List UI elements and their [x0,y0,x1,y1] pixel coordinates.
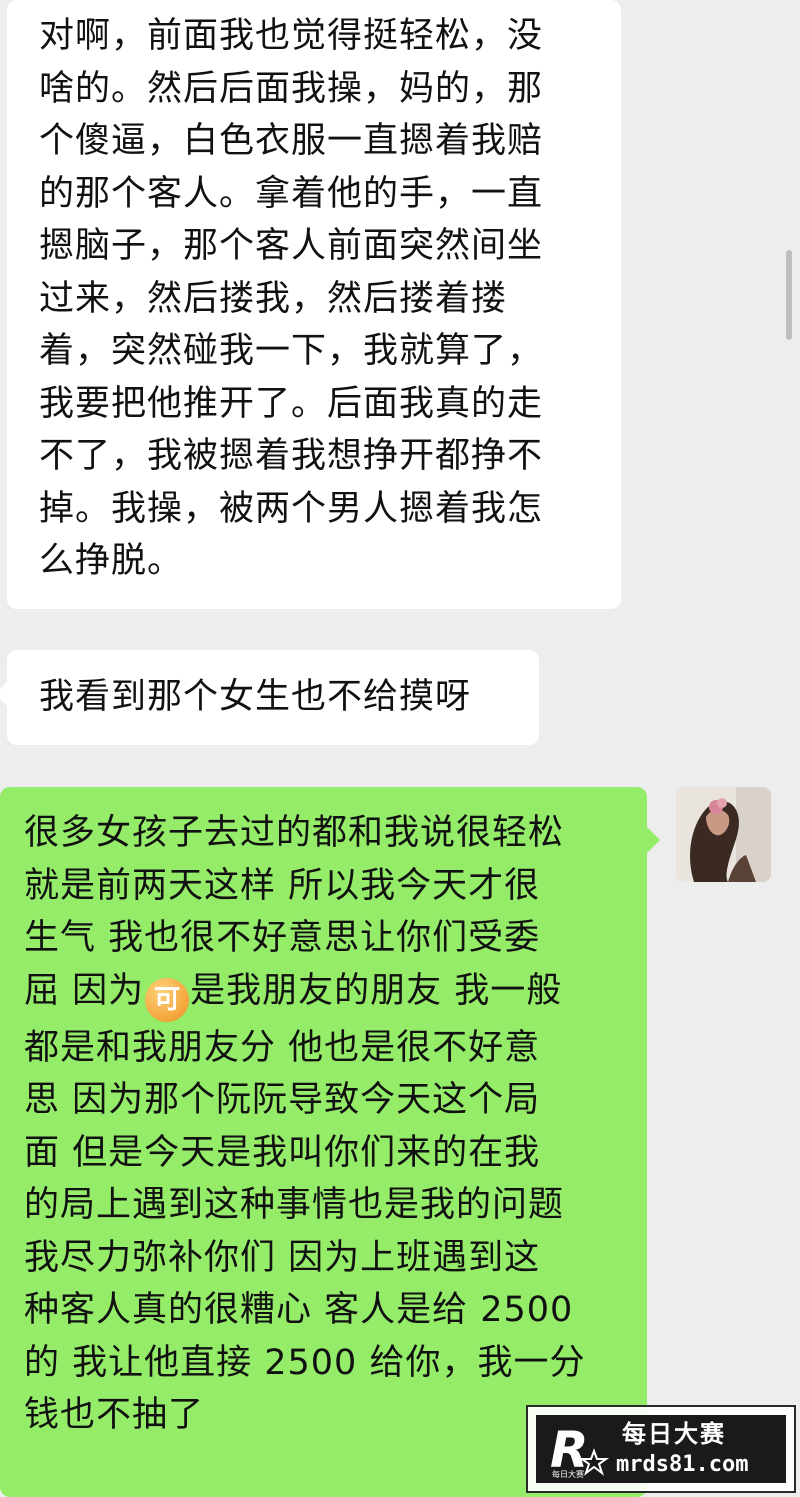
message-line: 思 因为那个阮阮导致今天这个局 [24,1080,541,1120]
watermark-title: 每日大赛 [622,1420,726,1448]
message-line: 我尽力弥补你们 因为上班遇到这 [24,1237,541,1278]
message-line: 不了，我被摁着我想挣开都挣不 [39,436,544,476]
message-line: 面 但是今天是我叫你们来的在我 [24,1132,541,1173]
message-line: 我看到那个女生也不给摸呀 [39,677,472,717]
message-bubble-outgoing[interactable]: 很多女孩子去过的都和我说很轻松 就是前两天这样 所以我今天才很 生气 我也很不好… [0,787,660,1497]
message-line: 么挣脱。 [39,541,184,581]
message-bubble-incoming-1[interactable]: 对啊，前面我也觉得挺轻松，没 啥的。然后后面我操，妈的，那 个傻逼，白色衣服一直… [7,0,621,609]
message-text-segment: 是我朋友的朋友 我一般 [190,970,563,1011]
message-line: 都是和我朋友分 他也是很不好意 [24,1027,541,1068]
avatar-photo-icon [676,787,771,882]
message-line: 啥的。然后后面我操，妈的，那 [39,68,544,109]
scrollbar[interactable] [786,250,792,340]
message-text-segment: 屈 因为 [24,970,145,1011]
message-line: 生气 我也很不好意思让你们受委 [24,918,541,958]
avatar[interactable] [676,787,771,882]
message-line: 摁脑子，那个客人前面突然间坐 [39,226,544,266]
watermark: R 每日大赛 每日大赛 mrds81.com [526,1405,796,1493]
watermark-panel: R 每日大赛 每日大赛 mrds81.com [536,1415,786,1483]
svg-text:每日大赛: 每日大赛 [552,1469,584,1479]
message-line: 就是前两天这样 所以我今天才很 [24,865,541,906]
coin-emoji-icon: 可 [145,977,190,1022]
message-line: 的 我让他直接 2500 给你，我一分 [24,1342,586,1383]
message-line: 过来，然后搂我，然后搂着搂 [39,278,508,319]
message-line: 的局上遇到这种事情也是我的问题 [24,1185,565,1225]
watermark-url: mrds81.com [616,1452,749,1477]
watermark-logo-icon: R 每日大赛 [550,1421,610,1479]
message-line-with-emoji: 屈 因为可是我朋友的朋友 我一般 [24,965,647,1022]
message-line: 的那个客人。拿着他的手，一直 [39,173,544,214]
message-line: 掉。我操，被两个男人摁着我怎 [39,488,544,529]
message-line: 我要把他推开了。后面我真的走 [39,383,544,424]
message-line: 很多女孩子去过的都和我说很轻松 [24,813,565,853]
message-bubble-incoming-2[interactable]: 我看到那个女生也不给摸呀 [0,650,539,745]
message-line: 个傻逼，白色衣服一直摁着我赔 [39,121,544,161]
message-line: 对啊，前面我也觉得挺轻松，没 [39,16,544,56]
message-line: 种客人真的很糟心 客人是给 2500 [24,1290,574,1330]
message-line: 着，突然碰我一下，我就算了， [39,331,544,371]
